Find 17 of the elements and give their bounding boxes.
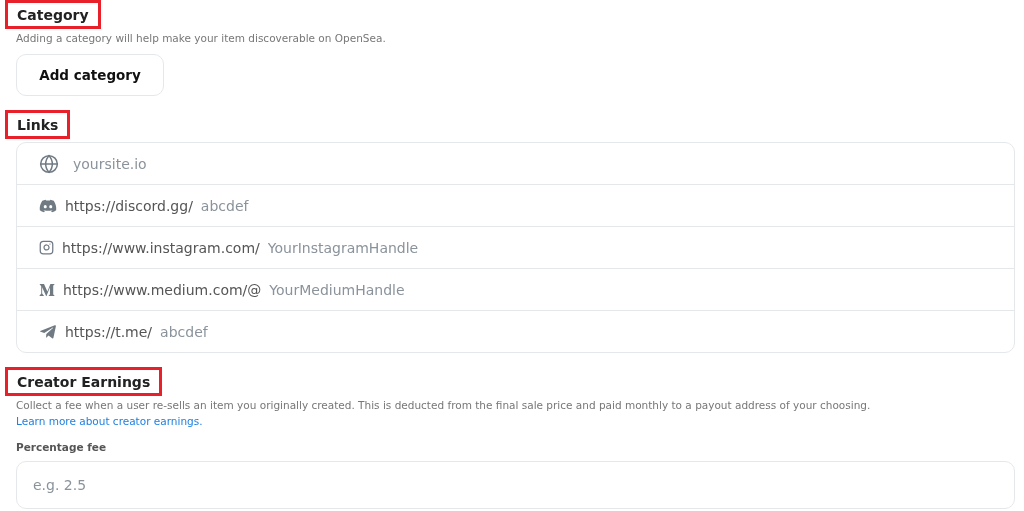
section-heading: Creator Earnings — [5, 367, 163, 396]
paper-plane-icon — [39, 322, 57, 341]
add-category-button[interactable]: Add category — [16, 54, 164, 96]
learn-more-link[interactable]: Learn more about creator earnings. — [16, 413, 203, 429]
globe-icon — [39, 153, 59, 174]
section-heading: Category — [5, 0, 101, 29]
percentage-fee-input[interactable]: e.g. 2.5 — [16, 461, 1015, 509]
camera-icon — [39, 240, 54, 255]
url-prefix: https://www.instagram.com/ — [62, 239, 260, 256]
m-letter-icon — [39, 281, 55, 298]
section-description: Collect a fee when a user re-sells an item you originally created. This is deducted from the final sale price and paid monthly to a payout address of your choosing. — [16, 398, 872, 413]
url-prefix: https://www.medium.com/@ — [63, 281, 262, 298]
url-prefix: https://discord.gg/ — [65, 197, 193, 214]
field-label: Percentage fee — [16, 441, 108, 453]
section-description: Adding a category will help make your item discoverable on OpenSea. — [16, 31, 387, 46]
url-prefix: https://t.me/ — [65, 323, 153, 340]
section-heading: Links — [5, 110, 71, 139]
